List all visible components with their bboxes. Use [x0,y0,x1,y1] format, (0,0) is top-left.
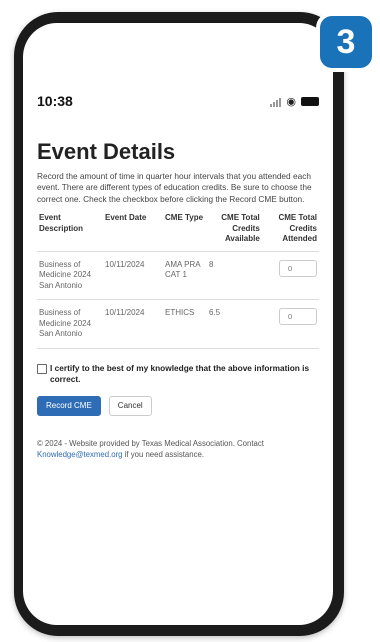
battery-icon [301,97,319,106]
footer: © 2024 - Website provided by Texas Medic… [37,438,319,460]
cancel-button[interactable]: Cancel [108,395,152,416]
cme-type: AMA PRA CAT 1 [163,250,207,300]
certify-row[interactable]: I certify to the best of my knowledge th… [37,363,319,385]
credits-available: 8 [207,250,262,300]
credits-available: 6.5 [207,299,262,349]
action-buttons: Record CME Cancel [37,395,319,416]
table-row: Business of Medicine 2024 San Antonio 10… [37,299,319,349]
header-credits-available: CME Total Credits Available [221,213,260,244]
footer-text-end: if you need assistance. [122,449,204,459]
status-icons: ◉ [270,95,319,108]
signal-icon [270,97,282,107]
phone-screen: 10:38 ◉ Event Details Record the amount … [23,23,333,625]
header-cme-type: CME Type [165,213,204,223]
record-cme-button[interactable]: Record CME [37,395,101,416]
cme-type: ETHICS [163,299,207,349]
wifi-icon: ◉ [286,96,296,108]
credits-attended-input[interactable] [279,259,317,277]
event-details-page: Event Details Record the amount of time … [37,139,319,460]
footer-text: © 2024 - Website provided by Texas Medic… [37,438,264,448]
certify-label: I certify to the best of my knowledge th… [50,362,310,384]
credits-attended-input[interactable] [279,308,317,326]
credits-available-value: 8 [209,259,214,269]
status-time: 10:38 [37,93,73,109]
event-description: Business of Medicine 2024 San Antonio [37,299,103,349]
instructions-text: Record the amount of time in quarter hou… [37,171,312,204]
table-header-row: Event Description Event Date CME Type CM… [37,213,319,251]
contact-email-link[interactable]: Knowledge@texmed.org [37,450,123,459]
events-table: Event Description Event Date CME Type CM… [37,213,319,349]
certify-checkbox[interactable] [37,363,47,374]
header-event-description: Event Description [39,213,84,233]
credits-available-value: 6.5 [209,308,221,318]
event-description: Business of Medicine 2024 San Antonio [37,250,103,300]
table-row: Business of Medicine 2024 San Antonio 10… [37,250,319,300]
header-credits-attended: CME Total Credits Attended [278,213,317,244]
credits-attended-cell [261,250,319,300]
page-title: Event Details [37,139,176,164]
step-number-badge: 3 [320,16,372,68]
header-event-date: Event Date [105,213,147,223]
credits-attended-cell [261,299,319,349]
event-date: 10/11/2024 [103,299,163,349]
event-date: 10/11/2024 [103,250,163,300]
